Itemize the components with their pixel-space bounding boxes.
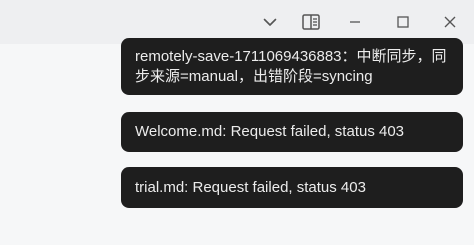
notice-welcome-request-failed[interactable]: Welcome.md: Request failed, status 403 xyxy=(121,112,463,152)
sidebar-panel-icon[interactable] xyxy=(302,13,320,31)
close-icon[interactable] xyxy=(441,13,459,31)
notice-text: remotely-save-1711069436883：中断同步，同步来源=ma… xyxy=(135,48,447,85)
maximize-icon[interactable] xyxy=(394,13,412,31)
notice-text: Welcome.md: Request failed, status 403 xyxy=(135,123,405,140)
chevron-down-icon[interactable] xyxy=(261,13,279,31)
notice-trial-request-failed[interactable]: trial.md: Request failed, status 403 xyxy=(121,167,463,208)
notice-sync-interrupted[interactable]: remotely-save-1711069436883：中断同步，同步来源=ma… xyxy=(121,38,463,95)
notice-text: trial.md: Request failed, status 403 xyxy=(135,178,366,196)
minimize-icon[interactable] xyxy=(346,13,364,31)
